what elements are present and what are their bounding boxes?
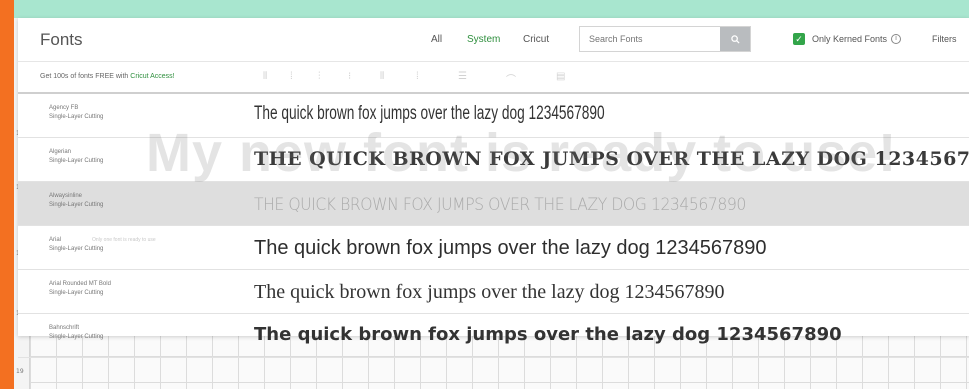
row-hint: Only one font is ready to use — [92, 237, 156, 243]
tab-cricut[interactable]: Cricut — [523, 34, 549, 45]
line-height-icon: ☰ — [458, 71, 467, 82]
font-meta: Arial Rounded MT Bold Single-Layer Cutti… — [49, 280, 111, 298]
promo-bar: Get 100s of fonts FREE with Cricut Acces… — [18, 62, 969, 94]
curve-icon: ⌒ — [506, 75, 516, 86]
align-right-icon: ⫶ — [318, 71, 321, 82]
font-meta: Agency FB Single-Layer Cutting — [49, 104, 103, 122]
search-input[interactable] — [580, 27, 720, 51]
font-row-arial-rounded[interactable]: Arial Rounded MT Bold Single-Layer Cutti… — [18, 270, 969, 314]
font-name: Algerian — [49, 149, 72, 155]
font-sample: The quick brown fox jumps over the lazy … — [254, 324, 842, 345]
panel-title: Fonts — [40, 30, 83, 49]
search-icon — [730, 34, 740, 44]
search-button[interactable] — [720, 27, 750, 51]
font-type: Single-Layer Cutting — [49, 158, 104, 164]
kerned-checkbox[interactable]: ✓ — [793, 33, 805, 45]
font-row-alwaysinline[interactable]: Alwaysinline Single-Layer Cutting THE QU… — [18, 182, 969, 226]
font-meta: Algerian Single-Layer Cutting — [49, 148, 103, 166]
font-type: Single-Layer Cutting — [49, 246, 104, 252]
top-frame-strip — [0, 0, 969, 18]
advanced-icon: ▤ — [556, 71, 566, 82]
font-meta: Bahnschrift Single-Layer Cutting — [49, 324, 103, 342]
promo-prefix: Get 100s of fonts FREE with — [40, 73, 131, 80]
font-search — [579, 26, 751, 52]
font-sample: The quick brown fox jumps over the lazy … — [254, 237, 767, 259]
font-sample: The quick brown fox jumps over the lazy … — [254, 281, 725, 303]
font-picker-header: Fonts All System Cricut ✓ Only Kerned Fo… — [18, 18, 969, 62]
filters-button[interactable]: Filters — [932, 34, 957, 44]
font-row-algerian[interactable]: Algerian Single-Layer Cutting THE QUICK … — [18, 138, 969, 182]
font-type: Single-Layer Cutting — [49, 290, 104, 296]
font-row-agency-fb[interactable]: Agency FB Single-Layer Cutting The quick… — [18, 94, 969, 138]
font-name: Arial Rounded MT Bold — [49, 281, 111, 287]
font-sample: THE QUICK BROWN FOX JUMPS OVER THE LAZY … — [254, 148, 969, 170]
font-row-bahnschrift[interactable]: Bahnschrift Single-Layer Cutting The qui… — [18, 314, 969, 358]
cricut-access-link[interactable]: Cricut Access! — [130, 73, 174, 80]
align-left-icon: ⫴ — [263, 71, 268, 82]
font-type: Single-Layer Cutting — [49, 114, 104, 120]
font-name: Bahnschrift — [49, 325, 80, 331]
spacing-icon: ⫴ — [380, 71, 385, 82]
kerned-label: Only Kerned Fonts — [812, 34, 888, 44]
font-type: Single-Layer Cutting — [49, 334, 104, 340]
tab-system[interactable]: System — [467, 34, 500, 45]
promo-text: Get 100s of fonts FREE with Cricut Acces… — [40, 73, 175, 80]
align-center-icon: ⁞ — [290, 71, 293, 82]
align-justify-icon: ⁝ — [348, 71, 352, 82]
kerned-fonts-toggle[interactable]: ✓ Only Kerned Fonts i — [793, 33, 902, 45]
font-name: Agency FB — [49, 105, 79, 111]
font-name: Alwaysinline — [49, 193, 83, 199]
info-icon[interactable]: i — [891, 34, 902, 44]
font-type: Single-Layer Cutting — [49, 202, 104, 208]
tab-all[interactable]: All — [431, 34, 442, 45]
ruler-label: 19 — [16, 368, 24, 375]
font-row-arial[interactable]: Arial Single-Layer Cutting Only one font… — [18, 226, 969, 270]
kerning-icon: ⁞ — [416, 71, 419, 82]
left-frame-strip — [0, 0, 14, 389]
font-meta: Alwaysinline Single-Layer Cutting — [49, 192, 103, 210]
font-sample: The quick brown fox jumps over the lazy … — [254, 103, 605, 124]
font-sample: THE QUICK BROWN FOX JUMPS OVER THE LAZY … — [254, 195, 746, 215]
font-picker-panel: Fonts All System Cricut ✓ Only Kerned Fo… — [18, 18, 969, 358]
